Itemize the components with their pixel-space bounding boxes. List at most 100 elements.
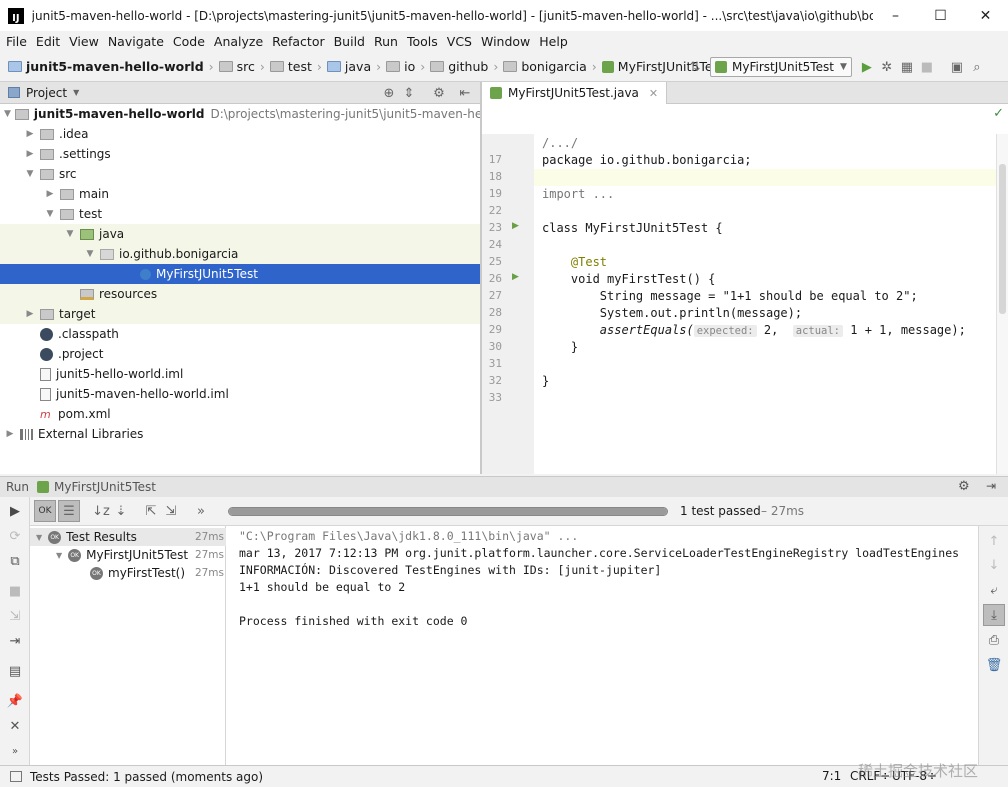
gear-icon[interactable]: ⚙ — [958, 479, 970, 494]
print-icon[interactable]: ⎙ — [983, 629, 1005, 651]
expanded-arrow-icon[interactable]: ▼ — [24, 169, 36, 179]
menu-item-view[interactable]: View — [69, 34, 99, 49]
close-icon[interactable]: ✕ — [649, 87, 658, 100]
export-icon[interactable]: ⇥ — [4, 630, 26, 652]
tree-item[interactable]: ▼ io.github.bonigarcia — [0, 244, 480, 264]
expanded-arrow-icon[interactable]: ▼ — [4, 109, 11, 119]
sort-alpha-icon[interactable]: ↓z — [92, 502, 110, 520]
expanded-arrow-icon[interactable]: ▼ — [36, 533, 42, 542]
pin-icon[interactable]: 📌 — [4, 690, 26, 712]
menu-item-code[interactable]: Code — [173, 34, 205, 49]
search-icon[interactable]: ⌕ — [968, 58, 986, 76]
test-result-item[interactable]: ▼ OK Test Results 27ms — [30, 528, 226, 546]
rerun-icon[interactable]: ▶ — [4, 500, 26, 522]
expanded-arrow-icon[interactable]: ▼ — [84, 249, 96, 259]
layout-icon[interactable]: ▤ — [4, 660, 26, 682]
scroll-down-icon[interactable]: ↓ — [983, 554, 1005, 576]
code-editor[interactable]: /.../ package io.github.bonigarcia; import… — [534, 134, 996, 474]
breadcrumb-item[interactable]: bonigarcia › — [503, 59, 601, 74]
editor-tab[interactable]: MyFirstJUnit5Test.java ✕ — [482, 82, 668, 104]
tree-item[interactable]: ▶ External Libraries — [0, 424, 480, 444]
menu-item-edit[interactable]: Edit — [36, 34, 60, 49]
collapsed-arrow-icon[interactable]: ▶ — [4, 429, 16, 439]
test-result-item[interactable]: ▼ OK MyFirstJUnit5Test 27ms — [30, 546, 226, 564]
layout-icon[interactable] — [10, 771, 22, 782]
build-arrow-icon[interactable]: ⇅ — [686, 58, 704, 76]
caret-position[interactable]: 7:1 — [822, 769, 841, 783]
close-icon[interactable]: ✕ — [4, 715, 26, 737]
trash-icon[interactable]: 🗑 — [983, 654, 1005, 676]
tree-item[interactable]: resources — [0, 284, 480, 304]
show-passed-icon[interactable]: OK — [34, 500, 56, 522]
tree-item[interactable]: ▶ main — [0, 184, 480, 204]
breadcrumb-item[interactable]: src › — [218, 59, 270, 74]
hide-panel-icon[interactable]: ⇥ — [986, 479, 996, 493]
tree-item[interactable]: m pom.xml — [0, 404, 480, 424]
collapsed-arrow-icon[interactable]: ▶ — [24, 149, 36, 159]
collapse-all-icon[interactable]: ⇕ — [400, 84, 418, 102]
menu-item-window[interactable]: Window — [481, 34, 530, 49]
test-result-item[interactable]: OK myFirstTest() 27ms — [30, 564, 226, 582]
debug-icon[interactable]: ✲ — [878, 58, 896, 76]
editor-scrollbar[interactable] — [996, 134, 1008, 474]
import-tests-icon[interactable]: ⇲ — [4, 605, 26, 627]
scroll-thumb[interactable] — [999, 164, 1006, 314]
more-icon[interactable]: » — [4, 740, 26, 762]
menu-item-refactor[interactable]: Refactor — [272, 34, 324, 49]
tree-item[interactable]: junit5-maven-hello-world.iml — [0, 384, 480, 404]
menu-item-navigate[interactable]: Navigate — [108, 34, 164, 49]
stop-icon[interactable]: ■ — [918, 58, 936, 76]
rerun-failed-icon[interactable]: ⟳ — [4, 525, 26, 547]
menu-item-analyze[interactable]: Analyze — [214, 34, 263, 49]
tree-item[interactable]: ▼ java — [0, 224, 480, 244]
menu-item-help[interactable]: Help — [539, 34, 568, 49]
chevron-down-icon[interactable]: ▼ — [73, 88, 79, 97]
menu-item-build[interactable]: Build — [334, 34, 365, 49]
stop-icon[interactable]: ■ — [4, 580, 26, 602]
run-panel-title[interactable]: Run — [6, 480, 29, 494]
locate-icon[interactable]: ⊕ — [380, 84, 398, 102]
expanded-arrow-icon[interactable]: ▼ — [44, 209, 56, 219]
maximize-button[interactable]: ☐ — [918, 0, 963, 31]
collapsed-arrow-icon[interactable]: ▶ — [24, 309, 36, 319]
tree-item[interactable]: junit5-hello-world.iml — [0, 364, 480, 384]
tree-item[interactable]: .classpath — [0, 324, 480, 344]
toggle-autotest-icon[interactable]: ⧉ — [4, 550, 26, 572]
breadcrumb-item[interactable]: io › — [386, 59, 430, 74]
sort-duration-icon[interactable]: ⇣ — [112, 502, 130, 520]
show-ignored-icon[interactable]: ☰ — [58, 500, 80, 522]
minimize-button[interactable]: – — [873, 0, 918, 31]
expanded-arrow-icon[interactable]: ▼ — [64, 229, 76, 239]
expand-all-icon[interactable]: ⇱ — [142, 502, 160, 520]
tree-item[interactable]: ▼ junit5-maven-hello-world D:\projects\mas… — [0, 104, 480, 124]
run-config-dropdown[interactable]: MyFirstJUnit5Test ▼ — [710, 57, 852, 77]
tree-item[interactable]: MyFirstJUnit5Test — [0, 264, 480, 284]
run-icon[interactable]: ▶ — [858, 58, 876, 76]
tree-item[interactable]: ▶ .settings — [0, 144, 480, 164]
scroll-to-end-icon[interactable]: ⤓ — [983, 604, 1005, 626]
hide-panel-icon[interactable]: ⇤ — [456, 84, 474, 102]
run-test-gutter-icon[interactable]: ▶ — [512, 272, 519, 282]
expanded-arrow-icon[interactable]: ▼ — [56, 551, 62, 560]
collapsed-arrow-icon[interactable]: ▶ — [44, 189, 56, 199]
tree-item[interactable]: ▶ target — [0, 304, 480, 324]
console-output[interactable]: "C:\Program Files\Java\jdk1.8.0_111\bin\… — [226, 526, 978, 765]
tree-item[interactable]: ▼ test — [0, 204, 480, 224]
breadcrumb-item[interactable]: java › — [326, 59, 386, 74]
tree-item[interactable]: .project — [0, 344, 480, 364]
close-button[interactable]: ✕ — [963, 0, 1008, 31]
run-test-gutter-icon[interactable]: ▶ — [512, 221, 519, 231]
project-panel-title[interactable]: Project — [26, 86, 67, 100]
breadcrumb-item[interactable]: junit5-maven-hello-world › — [8, 59, 219, 74]
menu-item-run[interactable]: Run — [374, 34, 398, 49]
soft-wrap-icon[interactable]: ⤶ — [983, 579, 1005, 601]
coverage-icon[interactable]: ▦ — [898, 58, 916, 76]
breadcrumb-item[interactable]: github › — [430, 59, 503, 74]
tree-item[interactable]: ▶ .idea — [0, 124, 480, 144]
gear-icon[interactable]: ⚙ — [430, 84, 448, 102]
project-structure-icon[interactable]: ▣ — [948, 58, 966, 76]
scroll-up-icon[interactable]: ↑ — [983, 530, 1005, 552]
collapse-all-icon[interactable]: ⇲ — [162, 502, 180, 520]
menu-item-file[interactable]: File — [6, 34, 27, 49]
menu-item-tools[interactable]: Tools — [407, 34, 438, 49]
